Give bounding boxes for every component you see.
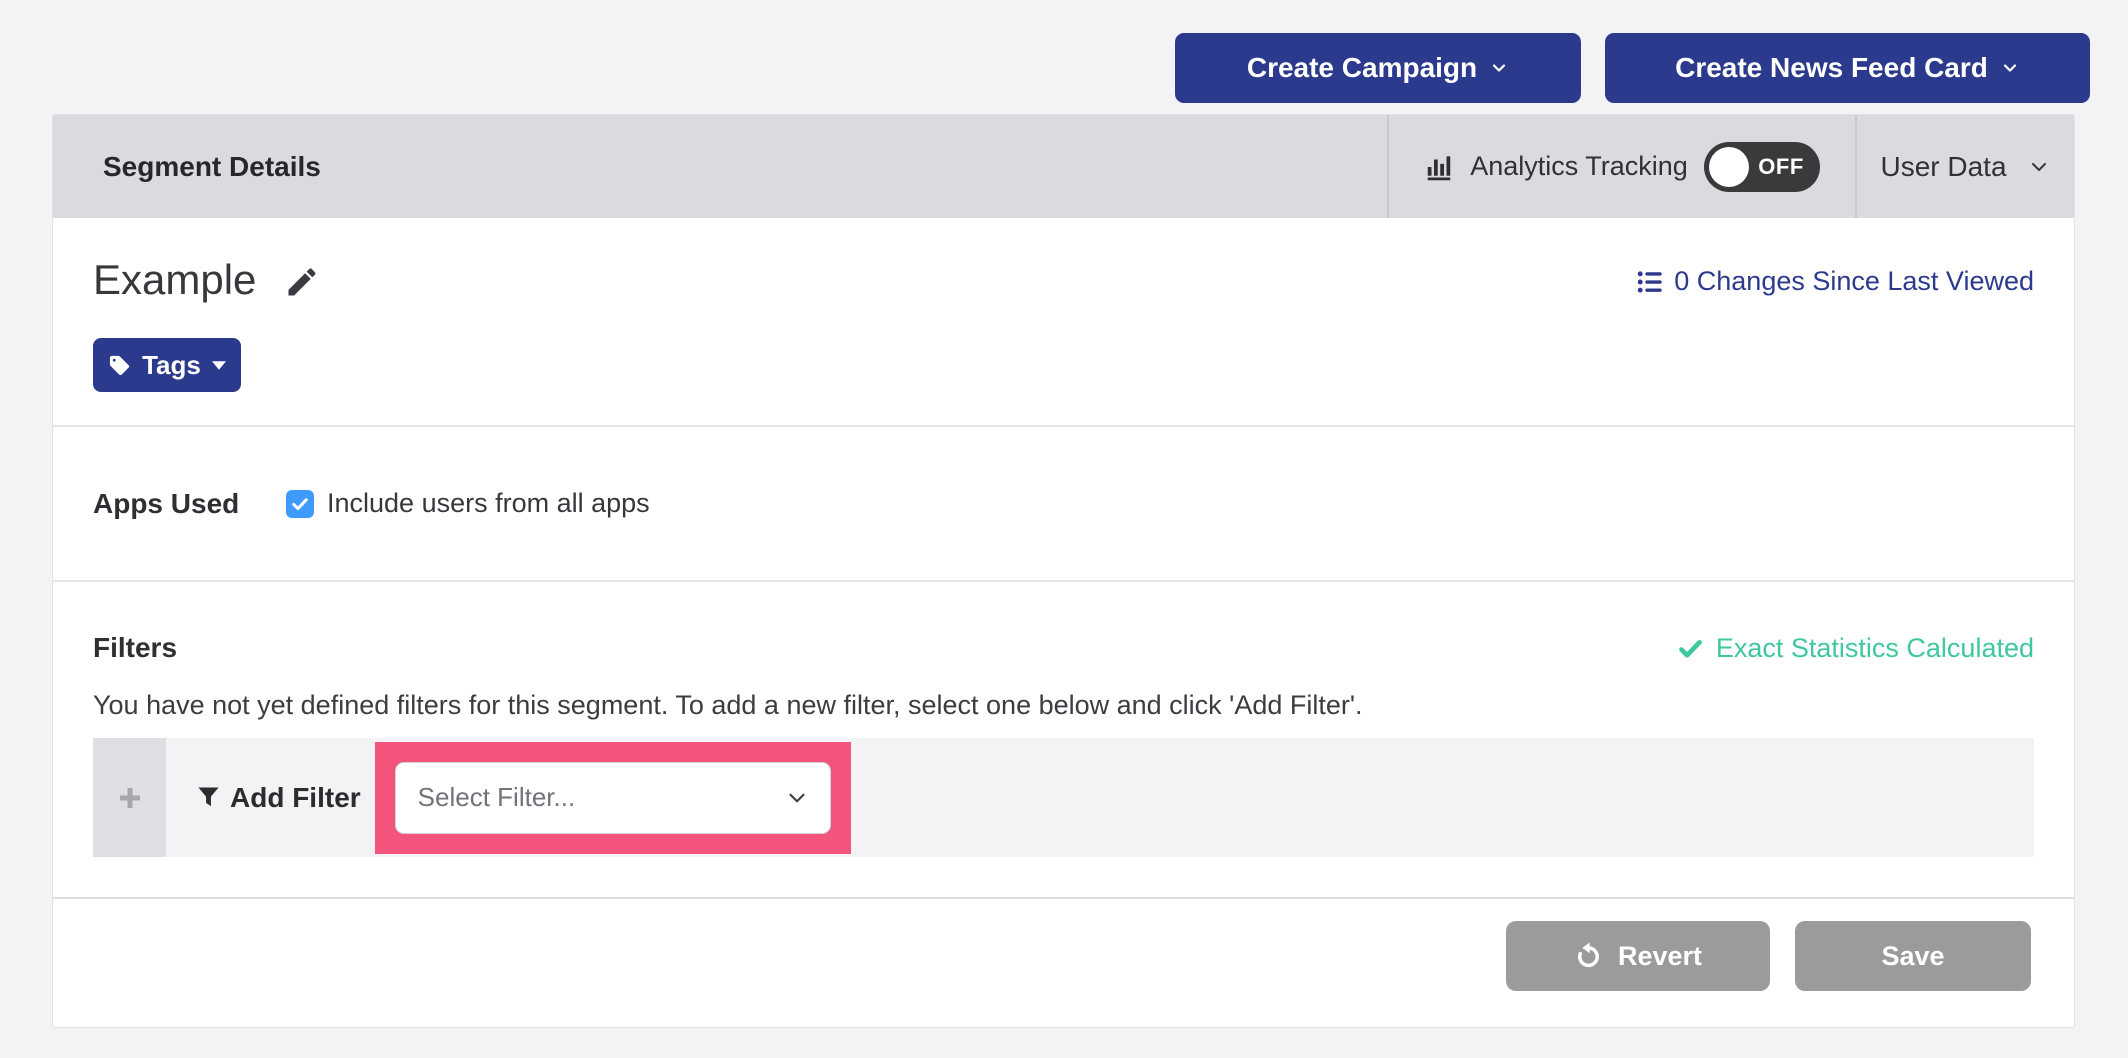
- caret-down-icon: [212, 361, 226, 370]
- exact-statistics-status: Exact Statistics Calculated: [1677, 633, 2034, 664]
- tags-button-label: Tags: [142, 350, 201, 381]
- include-all-apps-checkbox[interactable]: [286, 490, 314, 518]
- chevron-down-icon: [2000, 58, 2020, 78]
- select-filter-dropdown[interactable]: Select Filter...: [395, 762, 831, 834]
- create-campaign-label: Create Campaign: [1247, 52, 1477, 84]
- pencil-edit-icon[interactable]: [284, 264, 320, 300]
- filters-section: Filters Exact Statistics Calculated You …: [53, 582, 2074, 897]
- segment-details-panel: Segment Details Analytics Tracking OFF U…: [52, 114, 2075, 1028]
- segment-name-row: Example: [93, 256, 320, 304]
- panel-header: Segment Details Analytics Tracking OFF U…: [53, 115, 2074, 218]
- analytics-tracking-label: Analytics Tracking: [1470, 151, 1688, 182]
- tags-button[interactable]: Tags: [93, 338, 241, 392]
- segment-details-page: { "top_actions": { "create_campaign_labe…: [0, 0, 2128, 1058]
- filters-heading: Filters: [93, 632, 177, 664]
- add-filter-label: Add Filter: [230, 782, 361, 814]
- check-icon: [1677, 635, 1704, 662]
- segment-title-section: Example 0 Changes Since Last Viewed: [53, 218, 2074, 425]
- add-filter-row: Add Filter Select Filter...: [93, 738, 2034, 857]
- panel-title: Segment Details: [53, 115, 1387, 218]
- bar-chart-icon: [1424, 152, 1454, 182]
- chevron-down-icon: [2027, 155, 2051, 179]
- apps-used-label: Apps Used: [93, 488, 286, 520]
- toggle-state-label: OFF: [1758, 154, 1804, 180]
- add-filter-button[interactable]: Add Filter: [197, 782, 361, 814]
- panel-content: Example 0 Changes Since Last Viewed: [53, 218, 2074, 1027]
- plus-icon: [115, 783, 145, 813]
- toggle-knob: [1709, 147, 1749, 187]
- revert-undo-icon: [1574, 941, 1604, 971]
- revert-button[interactable]: Revert: [1506, 921, 1770, 991]
- create-news-feed-label: Create News Feed Card: [1675, 52, 1988, 84]
- select-filter-highlight: Select Filter...: [375, 742, 851, 854]
- analytics-tracking-toggle[interactable]: OFF: [1704, 142, 1820, 192]
- create-campaign-button[interactable]: Create Campaign: [1175, 33, 1581, 103]
- select-filter-placeholder: Select Filter...: [418, 782, 784, 813]
- check-icon: [290, 494, 310, 514]
- user-data-dropdown[interactable]: User Data: [1857, 115, 2074, 218]
- chevron-down-icon: [784, 785, 810, 811]
- list-icon: [1636, 268, 1664, 296]
- chevron-down-icon: [1489, 58, 1509, 78]
- revert-button-label: Revert: [1618, 941, 1702, 972]
- analytics-tracking-control[interactable]: Analytics Tracking OFF: [1387, 115, 1857, 218]
- save-button-label: Save: [1881, 941, 1944, 972]
- segment-name: Example: [93, 256, 256, 304]
- save-button[interactable]: Save: [1795, 921, 2031, 991]
- apps-used-section: Apps Used Include users from all apps: [53, 427, 2074, 580]
- tag-icon: [108, 354, 131, 377]
- filters-heading-row: Filters Exact Statistics Calculated: [93, 632, 2034, 664]
- user-data-label: User Data: [1880, 151, 2006, 183]
- footer-section: Revert Save: [53, 899, 2074, 1027]
- exact-statistics-label: Exact Statistics Calculated: [1716, 633, 2034, 664]
- filter-funnel-icon: [197, 786, 220, 809]
- add-filter-plus-cell[interactable]: [93, 738, 166, 857]
- changes-link-label: 0 Changes Since Last Viewed: [1674, 266, 2034, 297]
- include-all-apps-label: Include users from all apps: [327, 488, 650, 519]
- footer-buttons: Revert Save: [1506, 921, 2031, 991]
- filters-empty-message: You have not yet defined filters for thi…: [93, 690, 1363, 721]
- create-news-feed-card-button[interactable]: Create News Feed Card: [1605, 33, 2090, 103]
- changes-since-last-viewed-link[interactable]: 0 Changes Since Last Viewed: [1636, 266, 2034, 297]
